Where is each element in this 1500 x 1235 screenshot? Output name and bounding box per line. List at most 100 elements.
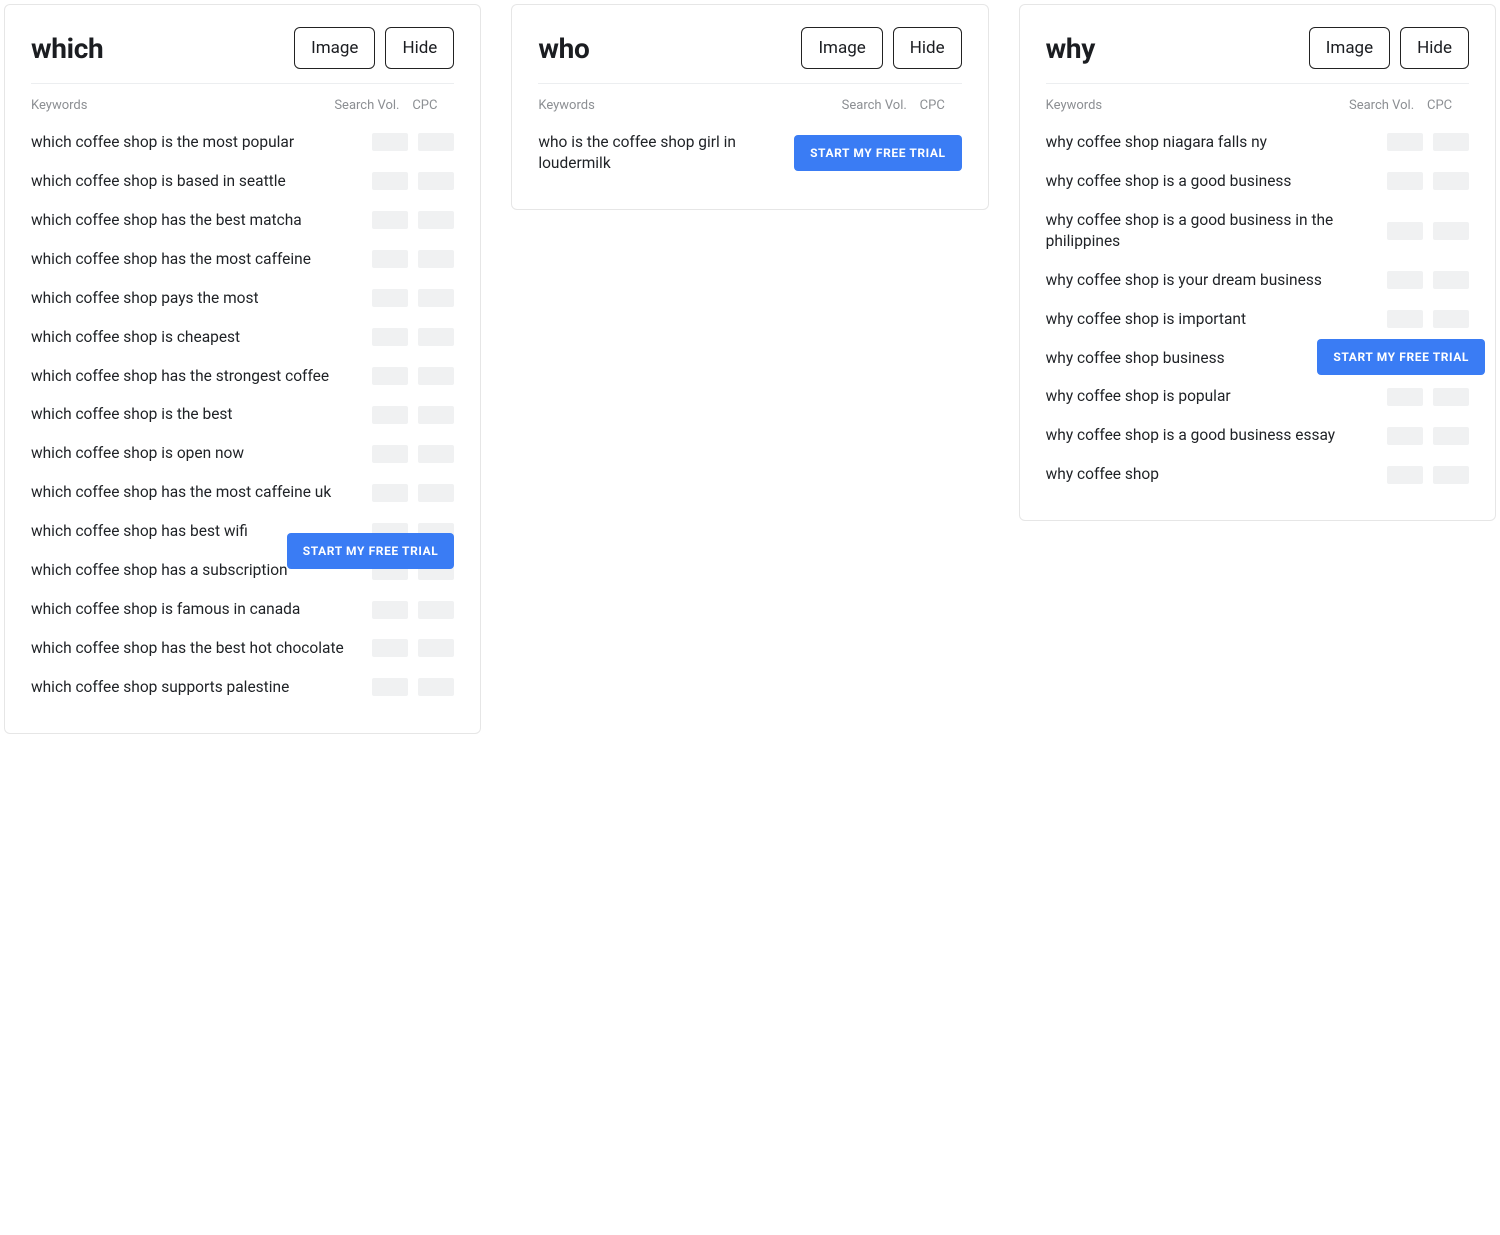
keyword-text[interactable]: why coffee shop is important xyxy=(1046,309,1387,330)
keyword-text[interactable]: which coffee shop has the best matcha xyxy=(31,210,372,231)
table-header: KeywordsSearch Vol.CPC xyxy=(1046,94,1469,123)
image-button[interactable]: Image xyxy=(1309,27,1390,69)
image-button[interactable]: Image xyxy=(801,27,882,69)
card-why: whyImageHideKeywordsSearch Vol.CPCwhy co… xyxy=(1019,4,1496,521)
cpc-placeholder xyxy=(418,133,454,151)
keyword-text[interactable]: why coffee shop is a good business essay xyxy=(1046,425,1387,446)
cpc-placeholder xyxy=(418,639,454,657)
keyword-text[interactable]: which coffee shop is cheapest xyxy=(31,327,372,348)
card-actions: Image Hide xyxy=(801,27,961,69)
cpc-placeholder xyxy=(418,678,454,696)
search-vol-placeholder xyxy=(372,484,408,502)
table-row: which coffee shop pays the most xyxy=(31,279,454,318)
search-vol-placeholder xyxy=(372,678,408,696)
table-row: which coffee shop is based in seattle xyxy=(31,162,454,201)
search-vol-placeholder xyxy=(1387,271,1423,289)
search-vol-placeholder xyxy=(372,601,408,619)
value-placeholders xyxy=(372,639,454,657)
divider xyxy=(31,83,454,84)
cpc-placeholder xyxy=(1433,310,1469,328)
search-vol-placeholder xyxy=(1387,172,1423,190)
search-vol-placeholder xyxy=(372,639,408,657)
keyword-text[interactable]: which coffee shop has the most caffeine xyxy=(31,249,372,270)
cpc-placeholder xyxy=(418,367,454,385)
table-row: which coffee shop has the strongest coff… xyxy=(31,357,454,396)
value-placeholders xyxy=(1387,271,1469,289)
start-free-trial-button[interactable]: START MY FREE TRIAL xyxy=(287,533,455,569)
divider xyxy=(1046,83,1469,84)
keyword-text[interactable]: why coffee shop is a good business xyxy=(1046,171,1387,192)
table-row: why coffee shop is a good business essay xyxy=(1046,416,1469,455)
table-row: which coffee shop has the best hot choco… xyxy=(31,629,454,668)
table-header: KeywordsSearch Vol.CPC xyxy=(31,94,454,123)
keyword-text[interactable]: which coffee shop supports palestine xyxy=(31,677,372,698)
keyword-text[interactable]: which coffee shop is famous in canada xyxy=(31,599,372,620)
cpc-placeholder xyxy=(1433,133,1469,151)
keyword-text[interactable]: which coffee shop has the best hot choco… xyxy=(31,638,372,659)
search-vol-placeholder xyxy=(372,172,408,190)
keyword-text[interactable]: which coffee shop pays the most xyxy=(31,288,372,309)
value-placeholders xyxy=(372,211,454,229)
keyword-text[interactable]: which coffee shop is open now xyxy=(31,443,372,464)
search-vol-placeholder xyxy=(1387,133,1423,151)
keyword-text[interactable]: which coffee shop is the most popular xyxy=(31,132,372,153)
cpc-placeholder xyxy=(1433,222,1469,240)
card-which: which ImageHide KeywordsSearch Vol.CPC whic… xyxy=(4,4,481,734)
value-placeholders xyxy=(372,172,454,190)
image-button[interactable]: Image xyxy=(294,27,375,69)
value-placeholders xyxy=(372,133,454,151)
card-actions: ImageHide xyxy=(1309,27,1469,69)
cpc-placeholder xyxy=(418,289,454,307)
cpc-placeholder xyxy=(1433,427,1469,445)
search-vol-placeholder xyxy=(1387,222,1423,240)
cpc-placeholder xyxy=(418,601,454,619)
cpc-placeholder xyxy=(1433,466,1469,484)
keyword-text[interactable]: which coffee shop has the strongest coff… xyxy=(31,366,372,387)
keyword-text[interactable]: why coffee shop is your dream business xyxy=(1046,270,1387,291)
keyword-text[interactable]: which coffee shop is based in seattle xyxy=(31,171,372,192)
table-row: why coffee shop is important xyxy=(1046,300,1469,339)
search-vol-placeholder xyxy=(1387,466,1423,484)
cpc-placeholder xyxy=(418,406,454,424)
value-placeholders xyxy=(372,367,454,385)
cpc-placeholder xyxy=(418,484,454,502)
search-vol-placeholder xyxy=(1387,310,1423,328)
table-header: KeywordsSearch Vol.CPC xyxy=(538,94,961,123)
hide-button[interactable]: Hide xyxy=(1400,27,1469,69)
keyword-text[interactable]: why coffee shop niagara falls ny xyxy=(1046,132,1387,153)
keyword-text[interactable]: why coffee shop is popular xyxy=(1046,386,1387,407)
search-vol-placeholder xyxy=(372,289,408,307)
card-who: whoImageHideKeywordsSearch Vol.CPCwho is… xyxy=(511,4,988,210)
cards-grid: whichImageHideKeywordsSearch Vol.CPCwhic… xyxy=(4,4,1496,734)
table-row: which coffee shop is the most popular xyxy=(31,123,454,162)
value-placeholders xyxy=(1387,222,1469,240)
value-placeholders xyxy=(372,601,454,619)
value-placeholders xyxy=(1387,310,1469,328)
value-placeholders xyxy=(1387,427,1469,445)
keyword-text[interactable]: why coffee shop xyxy=(1046,464,1387,485)
table-row: which coffee shop has the best matcha xyxy=(31,201,454,240)
cpc-placeholder xyxy=(418,250,454,268)
search-vol-placeholder xyxy=(1387,388,1423,406)
start-free-trial-button[interactable]: START MY FREE TRIAL xyxy=(1317,339,1485,375)
keyword-text[interactable]: which coffee shop is the best xyxy=(31,404,372,425)
hide-button[interactable]: Hide xyxy=(893,27,962,69)
col-search-vol: Search Vol. xyxy=(842,98,920,113)
value-placeholders xyxy=(372,484,454,502)
keyword-text[interactable]: who is the coffee shop girl in loudermil… xyxy=(538,132,794,174)
keyword-text[interactable]: why coffee shop is a good business in th… xyxy=(1046,210,1387,252)
col-keywords: Keywords xyxy=(1046,98,1349,113)
start-free-trial-button[interactable]: START MY FREE TRIAL xyxy=(794,135,962,171)
cpc-placeholder xyxy=(1433,172,1469,190)
divider xyxy=(538,83,961,84)
search-vol-placeholder xyxy=(372,328,408,346)
search-vol-placeholder xyxy=(1387,427,1423,445)
table-row: which coffee shop is the best xyxy=(31,395,454,434)
value-placeholders xyxy=(1387,172,1469,190)
card-title: which xyxy=(31,32,103,65)
hide-button[interactable]: Hide xyxy=(385,27,454,69)
keyword-text[interactable]: which coffee shop has the most caffeine … xyxy=(31,482,372,503)
cpc-placeholder xyxy=(418,445,454,463)
cpc-placeholder xyxy=(418,328,454,346)
search-vol-placeholder xyxy=(372,133,408,151)
